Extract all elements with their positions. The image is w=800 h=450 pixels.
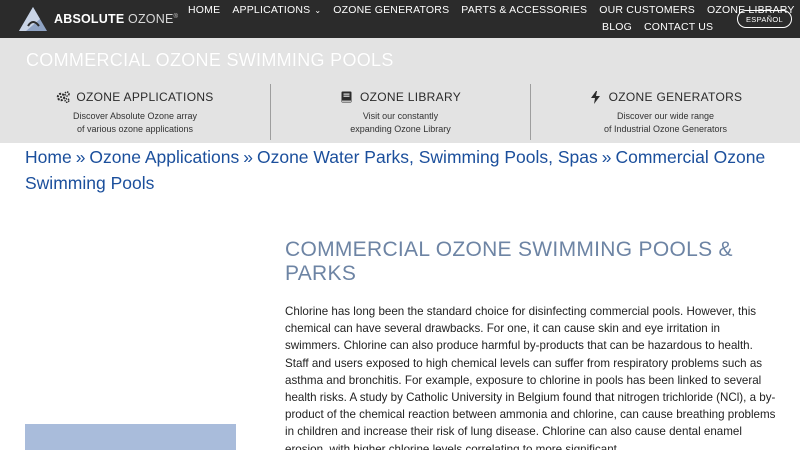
- feature-desc-line: of various ozone applications: [76, 124, 194, 134]
- bolt-icon: [589, 90, 603, 104]
- breadcrumb-separator: »: [601, 147, 612, 167]
- breadcrumb: Home» Ozone Applications» Ozone Water Park…: [25, 144, 785, 196]
- feature-title-row: OZONE LIBRARY: [271, 90, 530, 104]
- feature-desc-line: Discover Absolute Ozone array: [72, 111, 198, 121]
- chevron-down-icon: ⌄: [314, 5, 322, 15]
- feature-title: OZONE GENERATORS: [608, 90, 743, 104]
- nav-item-label: PARTS & ACCESSORIES: [461, 4, 588, 16]
- top-navigation-bar: ABSOLUTE OZONE® HOME APPLICATIONS ⌄ OZONE G…: [0, 0, 800, 38]
- nav-item-contact-us[interactable]: CONTACT US: [644, 21, 713, 33]
- feature-ozone-generators[interactable]: OZONE GENERATORS Discover our wide range…: [531, 82, 800, 142]
- nav-item-label: HOME: [188, 4, 221, 16]
- breadcrumb-link[interactable]: Ozone Applications: [89, 147, 239, 167]
- feature-description: Discover Absolute Ozone array of various…: [0, 110, 270, 136]
- feature-description: Visit our constantly expanding Ozone Lib…: [271, 110, 530, 136]
- nav-item-home[interactable]: HOME: [188, 4, 220, 16]
- nav-item-applications[interactable]: APPLICATIONS ⌄: [232, 4, 321, 16]
- feature-title: OZONE APPLICATIONS: [76, 90, 214, 104]
- feature-ozone-applications[interactable]: OZONE APPLICATIONS Discover Absolute Ozo…: [0, 82, 270, 142]
- nav-item-label: BLOG: [602, 21, 632, 33]
- logo-wordmark: ABSOLUTE OZONE®: [54, 12, 178, 26]
- gears-icon: [56, 90, 71, 104]
- feature-desc-line: of Industrial Ozone Generators: [603, 124, 728, 134]
- nav-item-label: APPLICATIONS: [232, 4, 311, 16]
- pool-image: [25, 424, 236, 450]
- nav-item-blog[interactable]: BLOG: [602, 21, 632, 33]
- feature-desc-line: Discover our wide range: [616, 111, 715, 121]
- site-logo[interactable]: ABSOLUTE OZONE®: [18, 6, 178, 32]
- book-icon: [340, 90, 354, 104]
- primary-nav: HOME APPLICATIONS ⌄ OZONE GENERATORS PARTS &…: [188, 4, 800, 16]
- page-title: COMMERCIAL OZONE SWIMMING POOLS: [26, 50, 394, 70]
- nav-item-our-customers[interactable]: OUR CUSTOMERS: [599, 4, 695, 16]
- secondary-nav: BLOG CONTACT US: [602, 21, 725, 33]
- feature-ozone-library[interactable]: OZONE LIBRARY Visit our constantly expan…: [271, 82, 530, 142]
- breadcrumb-link[interactable]: Home: [25, 147, 72, 167]
- feature-title: OZONE LIBRARY: [359, 90, 462, 104]
- logo-brand-light: OZONE: [128, 12, 174, 26]
- nav-item-label: CONTACT US: [643, 21, 714, 33]
- breadcrumb-separator: »: [243, 147, 253, 167]
- content-heading: COMMERCIAL OZONE SWIMMING POOLS & PARKS: [285, 238, 733, 285]
- nav-item-ozone-generators[interactable]: OZONE GENERATORS: [333, 4, 449, 16]
- feature-desc-line: expanding Ozone Library: [350, 124, 451, 134]
- hero-banner: COMMERCIAL OZONE SWIMMING POOLS OZONE AP…: [0, 38, 800, 143]
- feature-desc-line: Visit our constantly: [362, 111, 439, 121]
- logo-registered-mark: ®: [173, 13, 179, 20]
- nav-item-label: OZONE GENERATORS: [333, 4, 450, 16]
- nav-item-parts-accessories[interactable]: PARTS & ACCESSORIES: [461, 4, 587, 16]
- feature-description: Discover our wide range of Industrial Oz…: [531, 110, 800, 136]
- feature-title-row: OZONE APPLICATIONS: [0, 90, 270, 104]
- breadcrumb-link[interactable]: Ozone Water Parks, Swimming Pools, Spas: [257, 147, 598, 167]
- language-button[interactable]: ESPAÑOL: [737, 10, 792, 28]
- content-paragraph: Chlorine has long been the standard choi…: [285, 305, 776, 450]
- breadcrumb-separator: »: [75, 147, 86, 167]
- logo-mark-icon: [19, 7, 47, 31]
- logo-brand-strong: ABSOLUTE: [54, 12, 125, 26]
- feature-title-row: OZONE GENERATORS: [531, 90, 800, 104]
- nav-item-label: OUR CUSTOMERS: [599, 4, 695, 16]
